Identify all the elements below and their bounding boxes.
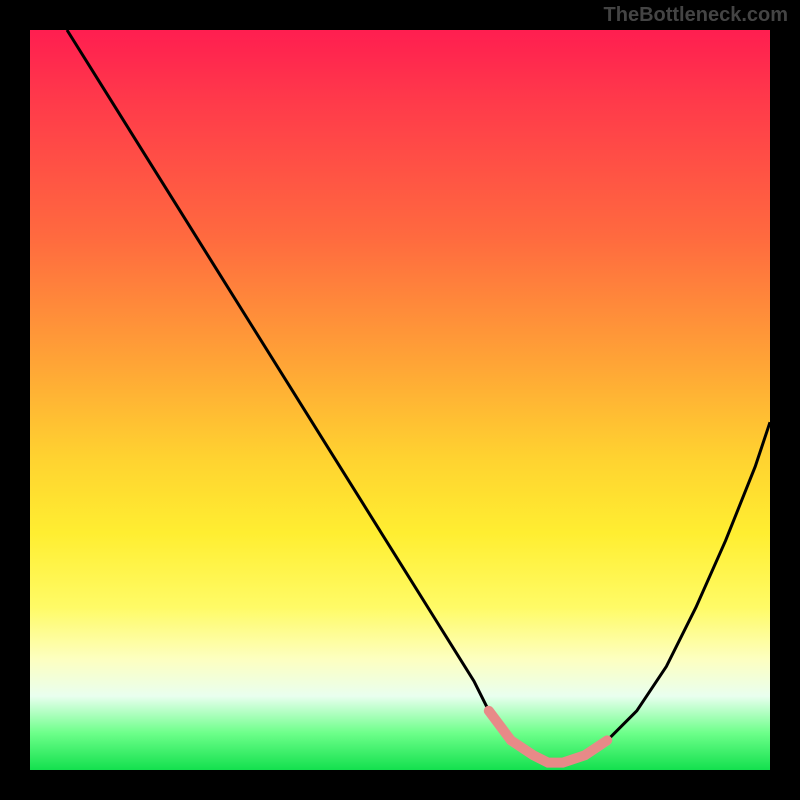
curve-main [67, 30, 770, 763]
plot-area [30, 30, 770, 770]
flat-zone-highlight [489, 711, 607, 763]
chart-container: TheBottleneck.com [0, 0, 800, 800]
watermark-text: TheBottleneck.com [604, 4, 788, 27]
curve-svg [30, 30, 770, 770]
